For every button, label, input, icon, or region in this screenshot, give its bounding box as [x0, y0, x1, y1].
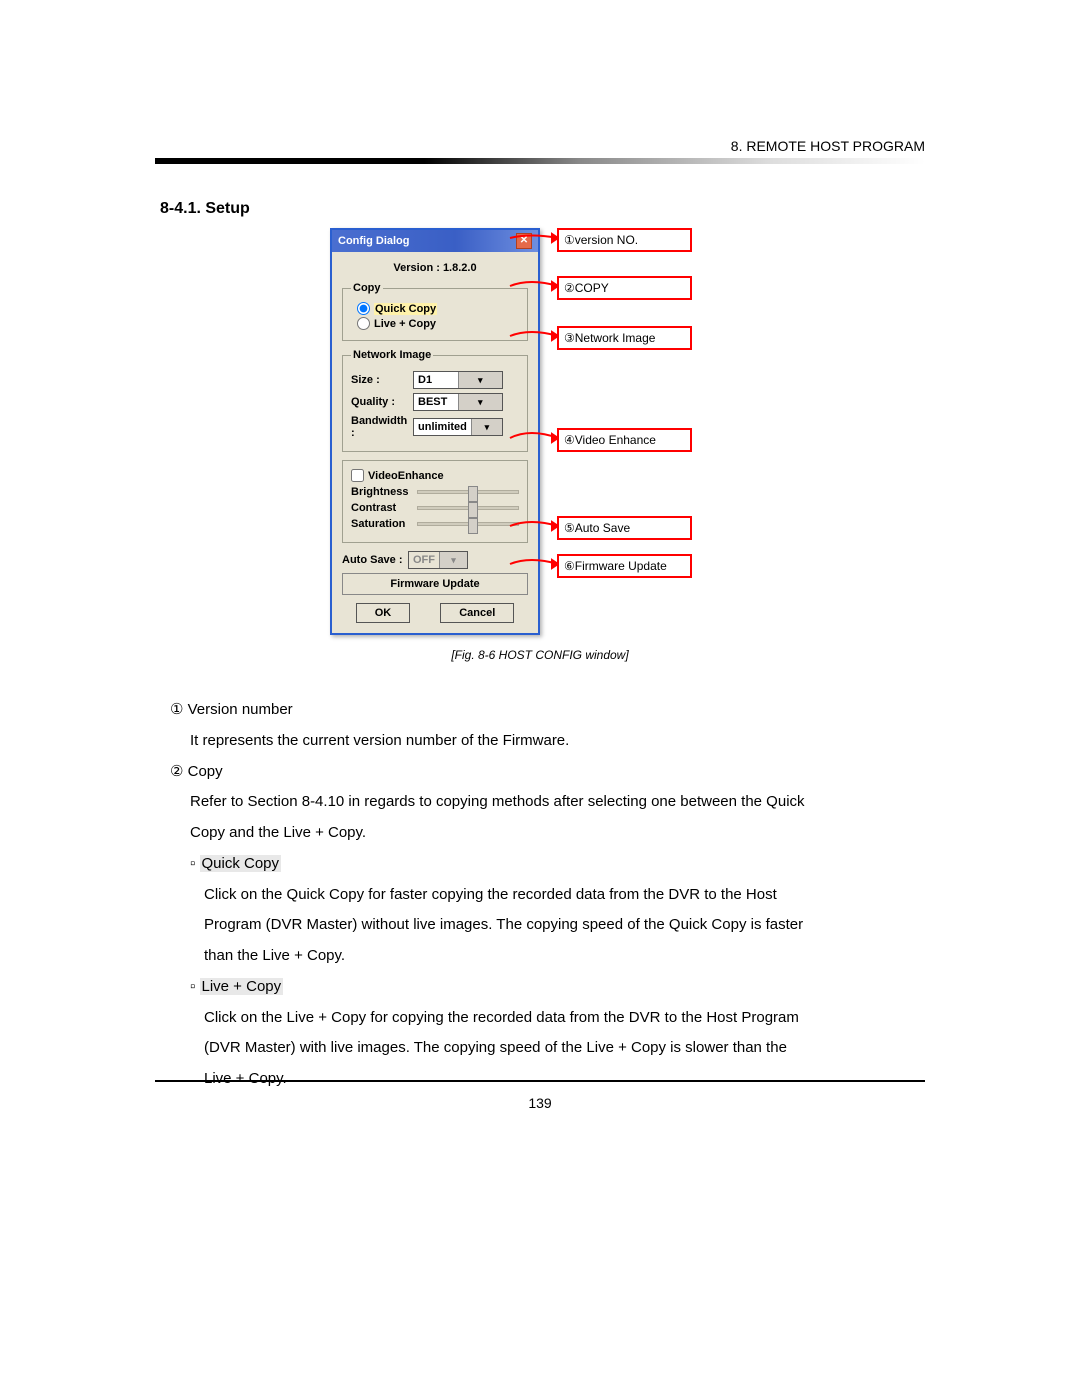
- item2-title: ② Copy: [170, 757, 920, 788]
- size-label: Size :: [351, 374, 413, 386]
- size-value: D1: [414, 374, 458, 386]
- livecopy-l1: Click on the Live + Copy for copying the…: [170, 1003, 920, 1034]
- config-dialog: Config Dialog ✕ Version : 1.8.2.0 Copy Q…: [330, 228, 540, 635]
- chapter-header: 8. REMOTE HOST PROGRAM: [731, 138, 925, 154]
- video-enhance-checkbox[interactable]: [351, 469, 364, 482]
- quality-label: Quality :: [351, 396, 413, 408]
- chevron-down-icon[interactable]: ▾: [471, 419, 502, 435]
- contrast-slider[interactable]: [417, 506, 519, 510]
- video-enhance-label: VideoEnhance: [368, 470, 444, 482]
- live-copy-radio[interactable]: [357, 317, 370, 330]
- quickcopy-l3: than the Live + Copy.: [170, 941, 920, 972]
- callout-copy: ②COPY: [557, 276, 692, 300]
- bandwidth-combo[interactable]: unlimited ▾: [413, 418, 503, 436]
- saturation-label: Saturation: [351, 518, 413, 530]
- size-combo[interactable]: D1 ▾: [413, 371, 503, 389]
- callout-firmware: ⑥Firmware Update: [557, 554, 692, 578]
- bullet-icon: ▫: [190, 855, 200, 872]
- quality-value: BEST: [414, 396, 458, 408]
- chevron-down-icon[interactable]: ▾: [458, 394, 503, 410]
- network-image-group: Network Image Size : D1 ▾ Quality : BEST…: [342, 349, 528, 452]
- ok-button[interactable]: OK: [356, 603, 411, 623]
- quickcopy-label: Quick Copy: [200, 855, 282, 872]
- autosave-value: OFF: [409, 554, 439, 566]
- figure-caption: [Fig. 8-6 HOST CONFIG window]: [155, 648, 925, 662]
- livecopy-l2: (DVR Master) with live images. The copyi…: [170, 1033, 920, 1064]
- bullet-icon: ▫: [190, 978, 200, 995]
- brightness-slider[interactable]: [417, 490, 519, 494]
- livecopy-label: Live + Copy: [200, 978, 284, 995]
- callout-version: ①version NO.: [557, 228, 692, 252]
- live-copy-label: Live + Copy: [374, 318, 436, 330]
- autosave-combo[interactable]: OFF ▾: [408, 551, 468, 569]
- quick-copy-radio[interactable]: [357, 302, 370, 315]
- quickcopy-l1: Click on the Quick Copy for faster copyi…: [170, 880, 920, 911]
- firmware-update-button[interactable]: Firmware Update: [342, 573, 528, 595]
- chevron-down-icon[interactable]: ▾: [439, 552, 467, 568]
- bandwidth-label: Bandwidth :: [351, 415, 413, 439]
- brightness-label: Brightness: [351, 486, 413, 498]
- item1-title: ① Version number: [170, 695, 920, 726]
- video-enhance-group: VideoEnhance Brightness Contrast Saturat…: [342, 460, 528, 543]
- item2-text-2: Copy and the Live + Copy.: [170, 818, 920, 849]
- item1-text: It represents the current version number…: [170, 726, 920, 757]
- network-image-legend: Network Image: [351, 349, 433, 361]
- contrast-label: Contrast: [351, 502, 413, 514]
- header-rule: [155, 158, 925, 164]
- dialog-titlebar[interactable]: Config Dialog ✕: [332, 230, 538, 252]
- callout-autosave: ⑤Auto Save: [557, 516, 692, 540]
- figure: Config Dialog ✕ Version : 1.8.2.0 Copy Q…: [330, 228, 690, 635]
- bandwidth-value: unlimited: [414, 421, 471, 433]
- close-icon[interactable]: ✕: [516, 233, 532, 249]
- quickcopy-l2: Program (DVR Master) without live images…: [170, 910, 920, 941]
- version-label: Version : 1.8.2.0: [342, 262, 528, 274]
- body-text: ① Version number It represents the curre…: [170, 695, 920, 1095]
- item2-text-1: Refer to Section 8-4.10 in regards to co…: [170, 787, 920, 818]
- footer-rule: [155, 1080, 925, 1082]
- copy-legend: Copy: [351, 282, 383, 294]
- callout-network: ③Network Image: [557, 326, 692, 350]
- page-number: 139: [155, 1095, 925, 1111]
- section-title: 8-4.1. Setup: [160, 200, 250, 218]
- quickcopy-heading: ▫ Quick Copy: [170, 849, 920, 880]
- callout-enhance: ④Video Enhance: [557, 428, 692, 452]
- copy-group: Copy Quick Copy Live + Copy: [342, 282, 528, 341]
- cancel-button[interactable]: Cancel: [440, 603, 514, 623]
- chevron-down-icon[interactable]: ▾: [458, 372, 503, 388]
- quick-copy-label: Quick Copy: [374, 303, 437, 315]
- autosave-label: Auto Save :: [342, 554, 408, 566]
- livecopy-heading: ▫ Live + Copy: [170, 972, 920, 1003]
- quality-combo[interactable]: BEST ▾: [413, 393, 503, 411]
- saturation-slider[interactable]: [417, 522, 519, 526]
- dialog-title: Config Dialog: [338, 235, 410, 247]
